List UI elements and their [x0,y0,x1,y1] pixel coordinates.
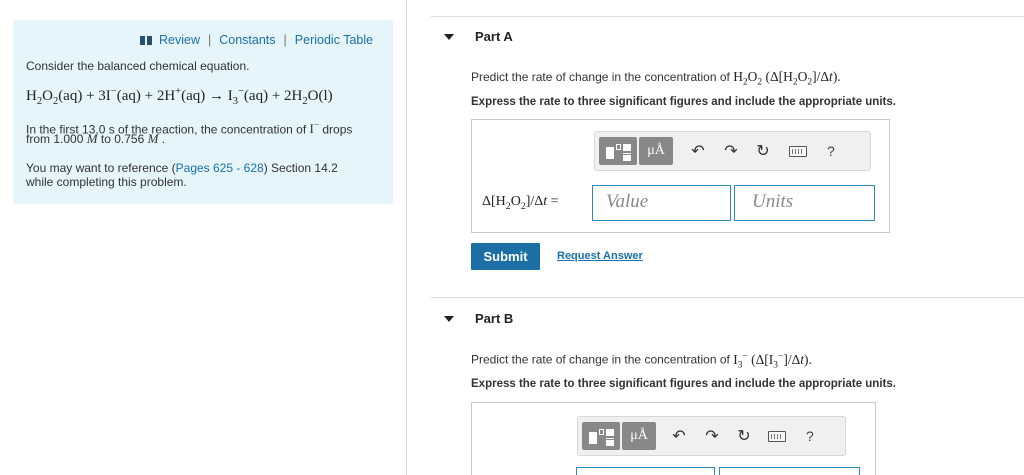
collapse-caret-icon[interactable] [444,33,454,40]
prompt-text: Predict the rate of change in the concen… [471,70,730,84]
math-toolbar: μÅ ↶ ↷ ↻ ? [577,416,846,456]
units-button[interactable]: μÅ [639,137,673,165]
link-separator: | [208,33,212,47]
units-input[interactable] [719,467,860,475]
constants-link[interactable]: Constants [219,33,275,47]
help-icon[interactable]: ? [827,143,835,159]
part-b-instruction: Express the rate to three significant fi… [471,378,896,390]
collapse-caret-icon[interactable] [444,315,454,322]
part-a-instruction: Express the rate to three significant fi… [471,96,896,108]
part-a-header[interactable]: Part A [444,29,513,44]
part-a-prompt: Predict the rate of change in the concen… [471,69,841,88]
reset-icon[interactable]: ↻ [734,426,754,446]
resource-links: Review | Constants | Periodic Table [140,33,373,47]
part-separator [431,16,1024,17]
units-input[interactable]: Units [734,185,875,221]
panel-divider [406,0,407,475]
conditions-text: from 1.000 [26,132,84,146]
undo-icon[interactable]: ↶ [688,141,708,161]
part-b-header[interactable]: Part B [444,311,513,326]
part-a-title: Part A [475,29,513,44]
help-icon[interactable]: ? [806,428,814,444]
submit-button[interactable]: Submit [471,243,540,270]
units-button[interactable]: μÅ [622,422,656,450]
prompt-text: Predict the rate of change in the concen… [471,352,730,367]
part-separator [431,297,1024,298]
reference-line-1: You may want to reference (Pages 625 - 6… [26,161,338,175]
rate-expression-label: Δ[H2O2]/Δt = [482,194,559,212]
reference-line-2: while completing this problem. [26,175,187,189]
conditions-line-2: from 1.000 M to 0.756 M . [26,131,166,147]
request-answer-link[interactable]: Request Answer [557,250,643,262]
link-separator: | [283,33,287,47]
info-panel: Review | Constants | Periodic Table Cons… [13,20,393,204]
keyboard-icon[interactable] [789,145,807,157]
part-a-answer-box: μÅ ↶ ↷ ↻ ? Δ[H2O2]/Δt = Value Units [471,119,890,233]
value-input[interactable]: Value [592,185,731,221]
part-b-title: Part B [475,311,514,326]
conditions-text: to 0.756 [100,132,145,146]
math-toolbar: μÅ ↶ ↷ ↻ ? [594,131,871,171]
reference-text: ) Section 14.2 [263,161,338,175]
part-b-answer-box: μÅ ↶ ↷ ↻ ? [471,402,876,475]
review-link[interactable]: Review [159,33,200,47]
part-b-prompt: Predict the rate of change in the concen… [471,351,812,371]
undo-icon[interactable]: ↶ [669,426,689,446]
chemical-equation: H2O2(aq) + 3I−(aq) + 2H+(aq) → I3−(aq) +… [26,86,333,107]
book-icon [140,35,152,45]
periodic-table-link[interactable]: Periodic Table [295,33,373,47]
conditions-text: drops [322,122,353,137]
redo-icon[interactable]: ↷ [721,141,741,161]
reset-icon[interactable]: ↻ [753,141,773,161]
pages-reference-link[interactable]: Pages 625 - 628 [176,161,264,175]
keyboard-icon[interactable] [768,430,786,442]
intro-text: Consider the balanced chemical equation. [26,59,250,73]
templates-icon[interactable] [582,422,620,450]
value-input[interactable] [576,467,715,475]
templates-icon[interactable] [599,137,637,165]
reference-text: You may want to reference ( [26,161,176,175]
redo-icon[interactable]: ↷ [702,426,722,446]
